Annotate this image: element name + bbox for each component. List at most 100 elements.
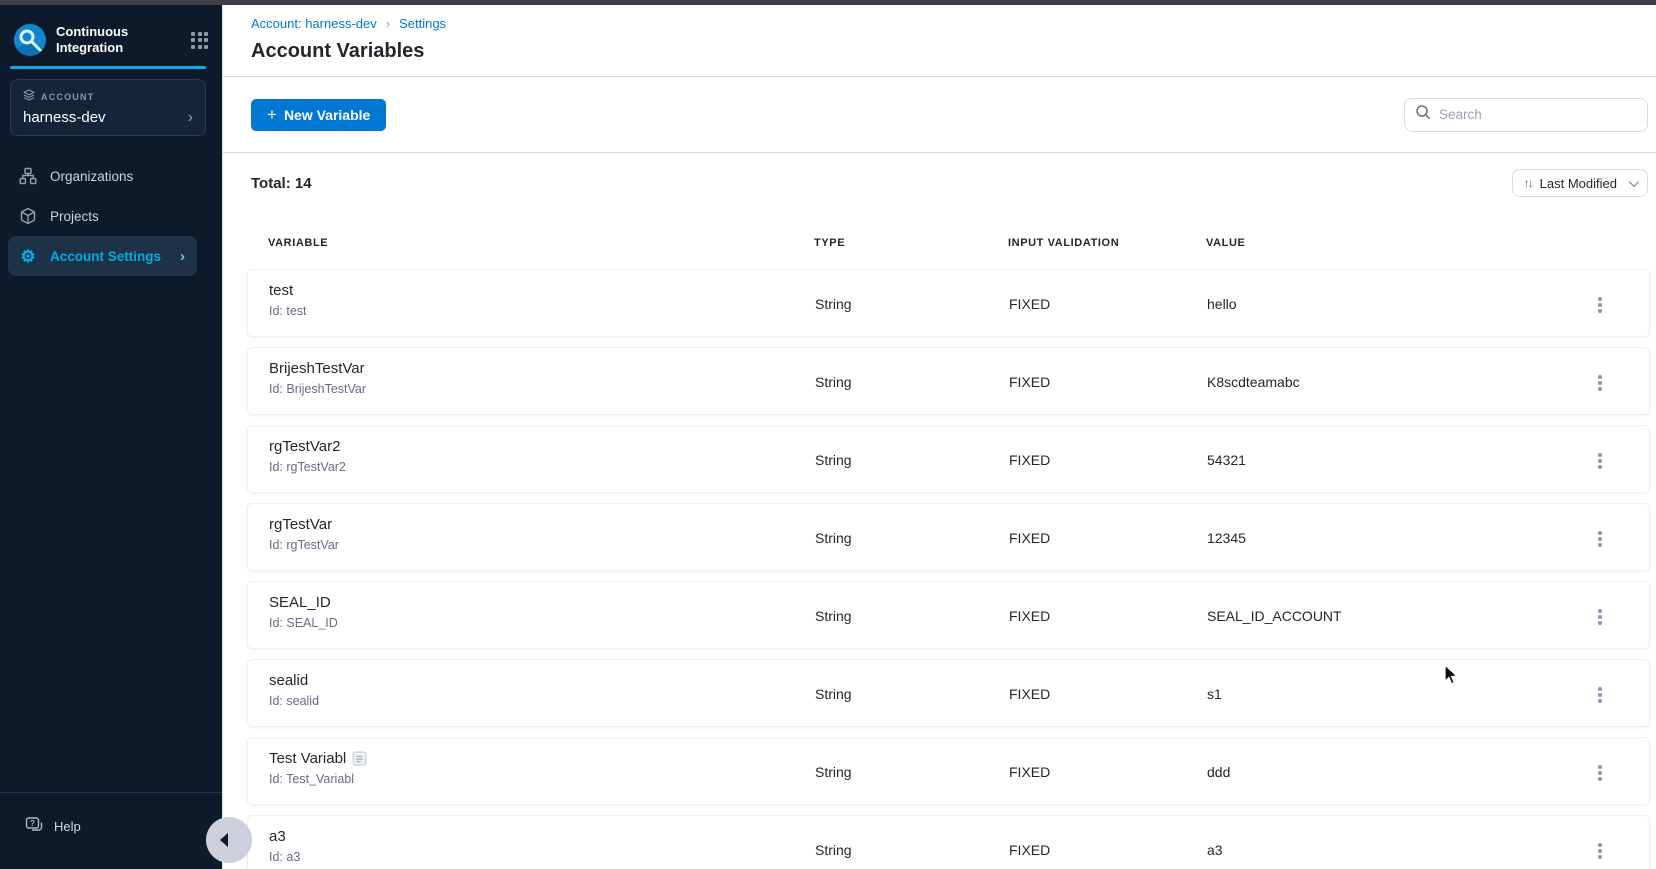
gear-icon: ⚙ [20,246,36,266]
variable-type: String [815,296,852,312]
chevron-right-icon: › [180,247,185,265]
chevron-down-icon [1628,176,1639,187]
breadcrumb-settings-link[interactable]: Settings [399,16,446,31]
help-button[interactable]: ? Help [0,793,222,869]
variable-input-validation: FIXED [1009,686,1051,702]
list-header: Total: 14 ↑↓ Last Modified [223,153,1656,197]
chevron-right-icon: › [187,108,193,126]
column-header-type: TYPE [814,237,846,249]
variable-name: SEAL_ID [269,594,331,611]
variable-type: String [815,608,852,624]
account-name: harness-dev [23,109,106,126]
variable-value: SEAL_ID_ACCOUNT [1207,608,1342,624]
variable-value: a3 [1207,842,1223,858]
variable-value: 12345 [1207,530,1246,546]
row-menu-button[interactable] [1589,370,1611,396]
variable-id: Id: SEAL_ID [269,616,338,630]
sidebar-collapse-handle[interactable] [206,817,252,863]
variable-name: rgTestVar [269,516,333,533]
window-top-strip [0,0,1656,5]
variable-name: test [269,282,294,299]
variable-name-cell: SEAL_ID Id: SEAL_ID [269,594,338,630]
variable-name-cell: rgTestVar Id: rgTestVar [269,516,339,552]
variable-value: hello [1207,296,1237,312]
page-title: Account Variables [251,40,425,62]
variable-name: Test Variabl [269,750,347,767]
variable-name-cell: rgTestVar2 Id: rgTestVar2 [269,438,346,474]
sidebar-item-label: Organizations [50,168,134,184]
variable-type: String [815,764,852,780]
sort-dropdown[interactable]: ↑↓ Last Modified [1511,169,1648,197]
variable-id: Id: rgTestVar2 [269,460,346,474]
variable-value: 54321 [1207,452,1246,468]
column-header-variable: VARIABLE [268,237,329,249]
variable-type: String [815,842,852,858]
variable-name-cell: sealid Id: sealid [269,672,319,708]
sidebar-item-label: Projects [50,208,99,224]
sidebar-nav: Organizations Projects ⚙ Account Setting… [0,156,222,276]
column-header-value: VALUE [1206,237,1246,249]
table-row[interactable]: SEAL_ID Id: SEAL_ID String FIXED SEAL_ID… [247,581,1650,649]
table-row[interactable]: a3 Id: a3 String FIXED a3 [247,815,1650,869]
sidebar-item-account-settings[interactable]: ⚙ Account Settings › [8,236,197,276]
row-menu-button[interactable] [1589,292,1611,318]
variables-list: test Id: test String FIXED hello Brijesh… [223,269,1656,869]
row-menu-button[interactable] [1589,760,1611,786]
variable-input-validation: FIXED [1009,374,1051,390]
sort-label: Last Modified [1539,175,1617,191]
account-label: ACCOUNT [41,92,95,102]
product-title: Continuous Integration [56,24,129,55]
variable-type: String [815,530,852,546]
row-menu-button[interactable] [1589,448,1611,474]
collapse-arrow-icon [220,833,228,847]
variable-type: String [815,452,852,468]
variable-name: rgTestVar2 [269,438,341,455]
new-variable-button[interactable]: + New Variable [251,98,387,131]
sort-arrows-icon: ↑↓ [1523,176,1534,190]
variable-name-cell: Test Variabl Id: Test_Variabl [269,750,367,786]
page-header: Account: harness-dev › Settings Account … [223,5,1656,77]
svg-text:?: ? [30,819,35,828]
search-box[interactable] [1404,97,1648,132]
table-row[interactable]: test Id: test String FIXED hello [247,269,1650,337]
search-icon [1415,104,1431,125]
variable-type: String [815,374,852,390]
variable-id: Id: BrijeshTestVar [269,382,367,396]
variable-input-validation: FIXED [1009,842,1051,858]
variable-id: Id: test [269,304,307,318]
new-variable-label: New Variable [283,106,371,123]
table-row[interactable]: rgTestVar2 Id: rgTestVar2 String FIXED 5… [247,425,1650,493]
search-input[interactable] [1439,107,1609,122]
org-chart-icon [19,167,37,185]
variable-input-validation: FIXED [1009,452,1051,468]
variable-value: ddd [1207,764,1231,780]
row-menu-button[interactable] [1589,604,1611,630]
module-accent-bar [10,66,206,69]
variable-name: BrijeshTestVar [269,360,365,377]
table-row[interactable]: rgTestVar Id: rgTestVar String FIXED 123… [247,503,1650,571]
sidebar-item-projects[interactable]: Projects [0,196,222,236]
variable-name-cell: a3 Id: a3 [269,828,300,864]
sidebar-item-organizations[interactable]: Organizations [0,156,222,196]
module-grid-icon[interactable] [191,31,208,49]
table-row[interactable]: BrijeshTestVar Id: BrijeshTestVar String… [247,347,1650,415]
layers-icon [23,88,35,106]
sidebar-footer: ? Help [0,792,222,869]
row-menu-button[interactable] [1589,526,1611,552]
breadcrumb: Account: harness-dev › Settings [251,16,1656,31]
help-chat-icon: ? [25,816,44,837]
variable-id: Id: sealid [269,694,320,708]
variable-input-validation: FIXED [1009,530,1051,546]
variable-name-cell: test Id: test [269,282,307,318]
variable-id: Id: Test_Variabl [269,772,355,786]
table-row[interactable]: sealid Id: sealid String FIXED s1 [247,659,1650,727]
app-screen: Continuous Integration ACCOUNT harness-d… [0,0,1656,869]
row-menu-button[interactable] [1589,682,1611,708]
table-row[interactable]: Test Variabl Id: Test_Variabl String FIX… [247,737,1650,805]
variable-name: a3 [269,828,286,845]
breadcrumb-account-link[interactable]: Account: harness-dev [251,16,377,31]
account-selector[interactable]: ACCOUNT harness-dev › [10,79,206,136]
variable-input-validation: FIXED [1009,296,1051,312]
table-column-headers: VARIABLE TYPE INPUT VALIDATION VALUE [223,237,1656,251]
row-menu-button[interactable] [1589,838,1611,864]
